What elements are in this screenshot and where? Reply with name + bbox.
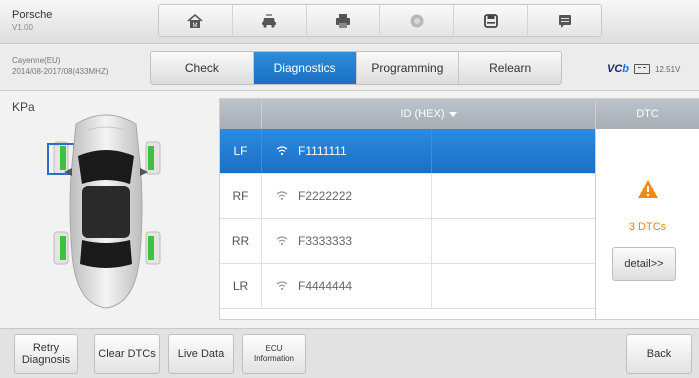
tab-check[interactable]: Check	[151, 52, 254, 84]
car-top-view-icon	[47, 114, 161, 309]
vehicle-name: Porsche V1.00	[12, 9, 52, 32]
vci-logo-main: VC	[607, 63, 623, 75]
signal-icon	[276, 146, 288, 156]
sensor-id: F3333333	[298, 234, 353, 248]
vci-logo: VCb	[607, 63, 629, 75]
battery-voltage: 12.51V	[655, 64, 681, 74]
empty-cell	[432, 129, 595, 173]
tab-diagnostics[interactable]: Diagnostics	[253, 52, 357, 84]
vehicle-model: Cayenne(EU)	[12, 56, 61, 65]
clear-dtcs-button[interactable]: Clear DTCs	[94, 334, 160, 374]
empty-cell	[432, 219, 595, 263]
pressure-unit: KPa	[12, 100, 35, 114]
table-row[interactable]: RR F3333333	[220, 219, 595, 264]
column-header-id[interactable]: ID (HEX)	[262, 99, 595, 129]
sensor-id-cell: F4444444	[262, 264, 432, 308]
sensor-table: ID (HEX) LF F1111111 RF F2222222 RR F333…	[219, 98, 596, 320]
live-data-button[interactable]: Live Data	[168, 334, 234, 374]
message-button[interactable]	[528, 5, 601, 36]
save-button[interactable]	[454, 5, 529, 36]
detail-button[interactable]: detail>>	[612, 247, 676, 281]
print-button[interactable]	[307, 5, 381, 36]
sensor-id: F2222222	[298, 189, 353, 203]
battery-icon	[634, 64, 651, 74]
help-icon	[410, 14, 424, 27]
vehicle-details: 2014/08-2017/08(433MHZ)	[12, 67, 109, 76]
table-row[interactable]: LF F1111111	[220, 129, 595, 174]
sensor-lf	[60, 146, 66, 170]
software-version: V1.00	[12, 23, 33, 32]
toolbar: M	[158, 4, 602, 37]
vci-logo-accent: b	[622, 63, 630, 75]
tab-relearn[interactable]: Relearn	[459, 52, 561, 84]
message-icon	[558, 14, 571, 28]
sensor-lr	[60, 236, 66, 260]
function-tabs: Check Diagnostics Programming Relearn	[150, 51, 562, 85]
column-header-id-label: ID (HEX)	[400, 108, 445, 120]
home-button[interactable]: M	[159, 5, 233, 36]
help-button[interactable]	[380, 5, 455, 36]
bottom-bar: Retry Diagnosis Clear DTCs Live Data ECU…	[0, 328, 699, 378]
sensor-id-cell: F1111111	[262, 129, 432, 173]
tire-position: LR	[220, 264, 262, 308]
tab-programming[interactable]: Programming	[357, 52, 460, 84]
vehicle-icon	[262, 13, 277, 28]
signal-icon	[276, 191, 288, 201]
connection-status: VCb 12.51V	[607, 63, 680, 75]
sort-down-icon	[448, 111, 457, 117]
vehicle-button[interactable]	[233, 5, 307, 36]
warning-icon	[638, 180, 658, 198]
dtc-panel: DTC 3 DTCs detail>>	[596, 98, 699, 320]
tire-position: RF	[220, 174, 262, 218]
table-row[interactable]: LR F4444444	[220, 264, 595, 309]
tire-position: RR	[220, 219, 262, 263]
table-header: ID (HEX)	[220, 99, 595, 129]
home-icon: M	[187, 13, 203, 29]
save-icon	[483, 13, 498, 28]
table-row[interactable]: RF F2222222	[220, 174, 595, 219]
print-icon	[336, 13, 351, 28]
sensor-id: F1111111	[298, 144, 347, 158]
signal-icon	[276, 281, 288, 291]
vehicle-make: Porsche	[12, 9, 53, 21]
sensor-id-cell: F3333333	[262, 219, 432, 263]
ecu-information-button[interactable]: ECU Information	[242, 334, 306, 374]
signal-icon	[276, 236, 288, 246]
empty-cell	[432, 174, 595, 218]
dtc-header: DTC	[596, 99, 699, 129]
column-header-position	[220, 99, 262, 129]
empty-cell	[432, 264, 595, 308]
retry-diagnosis-button[interactable]: Retry Diagnosis	[14, 334, 78, 374]
svg-text:M: M	[193, 23, 198, 29]
tire-position: LF	[220, 129, 262, 173]
sensor-rr	[148, 236, 154, 260]
dtc-count: 3 DTCs	[628, 221, 667, 233]
back-button[interactable]: Back	[626, 334, 692, 374]
top-bar: Porsche V1.00 M	[0, 0, 699, 44]
sensor-rf	[148, 146, 154, 170]
function-bar: Cayenne(EU) 2014/08-2017/08(433MHZ) Chec…	[0, 45, 699, 91]
vehicle-info: Cayenne(EU) 2014/08-2017/08(433MHZ)	[12, 55, 109, 77]
sensor-id-cell: F2222222	[262, 174, 432, 218]
sensor-id: F4444444	[298, 279, 353, 293]
